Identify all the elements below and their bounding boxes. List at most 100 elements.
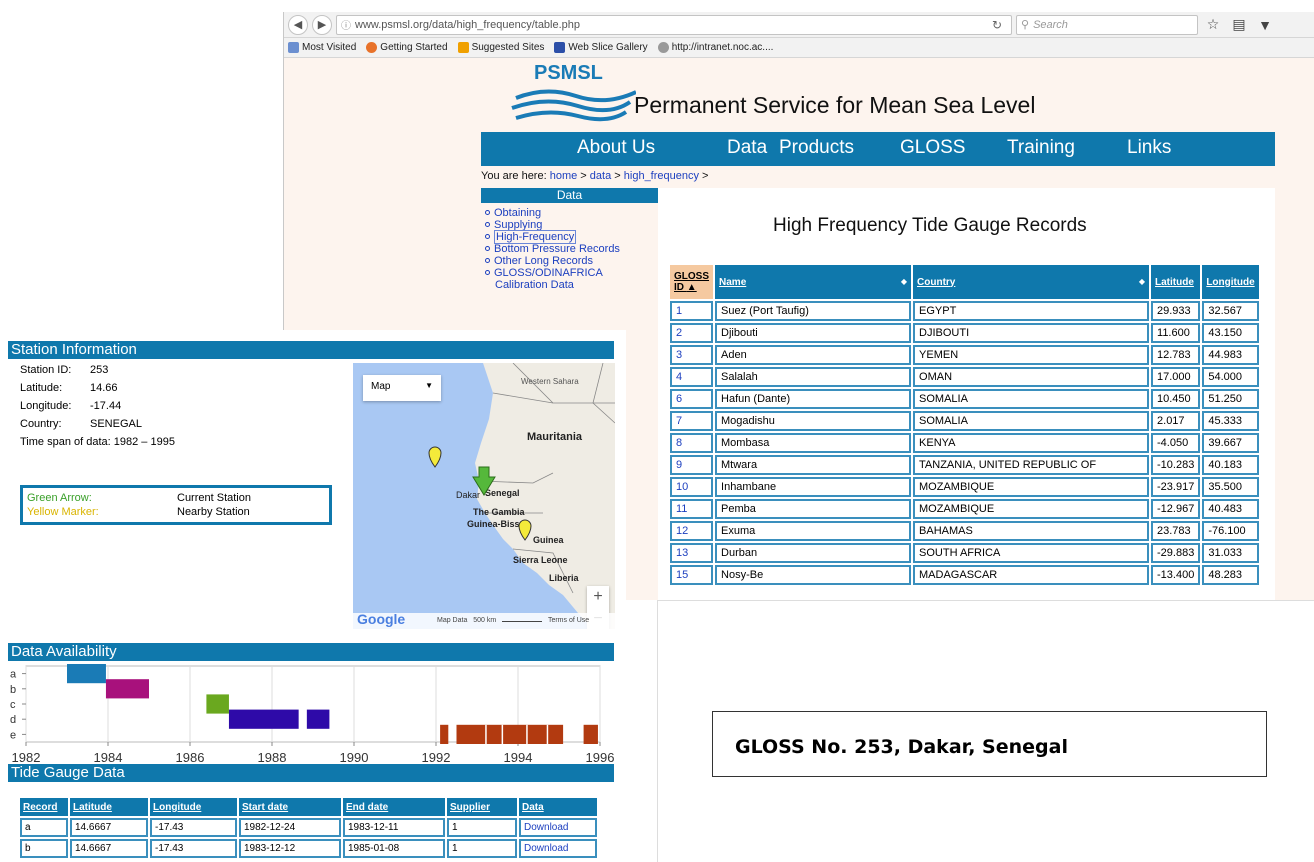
reading-list-icon[interactable]: ▤ — [1228, 16, 1250, 33]
yellow-marker-icon[interactable] — [428, 446, 442, 468]
bookmark-intranet[interactable]: http://intranet.noc.ac.... — [657, 42, 773, 53]
bullet-icon — [485, 234, 490, 239]
main-nav: About Us Data Products GLOSS Training Li… — [481, 132, 1275, 166]
green-arrow-icon[interactable] — [472, 466, 496, 496]
info-icon[interactable]: ⓘ — [341, 17, 351, 32]
country-cell: KENYA — [913, 433, 1150, 453]
reload-icon[interactable]: ↻ — [987, 18, 1007, 32]
gloss-id-cell[interactable]: 12 — [670, 521, 714, 541]
col-longitude[interactable]: Longitude — [150, 798, 237, 816]
forward-icon[interactable]: ▶ — [312, 14, 332, 35]
gloss-id-cell[interactable]: 6 — [670, 389, 714, 409]
table-row: 10 Inhambane MOZAMBIQUE -23.917 35.500 — [670, 477, 1259, 497]
nav-data[interactable]: Data — [727, 137, 767, 159]
bookmarks-bar: Most Visited Getting Started Suggested S… — [284, 38, 1314, 58]
breadcrumb-high-frequency[interactable]: high_frequency — [624, 170, 699, 182]
sort-icon: ◆ — [1138, 276, 1146, 286]
bookmark-suggested-sites[interactable]: Suggested Sites — [457, 42, 544, 53]
sidebar-item-bottom-pressure[interactable]: Bottom Pressure Records — [485, 243, 620, 255]
longitude-cell: 44.983 — [1202, 345, 1259, 365]
gloss-id-cell[interactable]: 2 — [670, 323, 714, 343]
col-latitude[interactable]: Latitude — [1151, 265, 1201, 299]
bookmark-most-visited[interactable]: Most Visited — [288, 42, 356, 53]
table-row: 13 Durban SOUTH AFRICA -29.883 31.033 — [670, 543, 1259, 563]
breadcrumb-data[interactable]: data — [590, 170, 611, 182]
nav-about-us[interactable]: About Us — [577, 137, 655, 159]
gloss-id-cell[interactable]: 10 — [670, 477, 714, 497]
search-input[interactable]: ⚲ Search — [1016, 14, 1198, 35]
availability-bar — [440, 724, 449, 744]
zoom-in-button[interactable]: + — [587, 586, 609, 608]
station-map[interactable]: Map ▼ Western Sahara Mauritania Dakar Se… — [353, 363, 615, 629]
end-date-cell: 1983-12-11 — [343, 818, 445, 837]
bullet-icon — [485, 246, 490, 251]
sidebar-item-obtaining[interactable]: Obtaining — [485, 207, 620, 219]
latitude-cell: -23.917 — [1151, 477, 1201, 497]
gloss-id-cell[interactable]: 7 — [670, 411, 714, 431]
terms-of-use-link[interactable]: Terms of Use — [548, 617, 589, 624]
sidebar-item-calibration-data[interactable]: Calibration Data — [485, 279, 620, 291]
table-row: 2 Djibouti DJIBOUTI 11.600 43.150 — [670, 323, 1259, 343]
url-text: www.psmsl.org/data/high_frequency/table.… — [355, 18, 581, 31]
site-title: Permanent Service for Mean Sea Level — [634, 92, 1036, 118]
col-end-date[interactable]: End date — [343, 798, 445, 816]
sidebar-item-gloss-odinafrica[interactable]: GLOSS/ODINAFRICA — [485, 267, 620, 279]
col-start-date[interactable]: Start date — [239, 798, 341, 816]
google-logo: Google — [357, 611, 406, 627]
yellow-marker-icon[interactable] — [518, 519, 532, 541]
sidebar-item-other-long-records[interactable]: Other Long Records — [485, 255, 620, 267]
psmsl-logo[interactable]: PSMSL — [506, 62, 636, 134]
breadcrumb-home[interactable]: home — [550, 170, 578, 182]
pocket-icon[interactable]: ▼ — [1254, 17, 1276, 33]
table-row: 6 Hafun (Dante) SOMALIA 10.450 51.250 — [670, 389, 1259, 409]
col-supplier[interactable]: Supplier — [447, 798, 517, 816]
col-longitude[interactable]: Longitude — [1202, 265, 1259, 299]
gloss-id-cell[interactable]: 3 — [670, 345, 714, 365]
table-row: 12 Exuma BAHAMAS 23.783 -76.100 — [670, 521, 1259, 541]
download-link[interactable]: Download — [519, 839, 597, 858]
col-gloss-id[interactable]: GLOSS ID ▲ — [670, 265, 714, 299]
country-cell: OMAN — [913, 367, 1150, 387]
col-latitude[interactable]: Latitude — [70, 798, 148, 816]
gloss-id-cell[interactable]: 8 — [670, 433, 714, 453]
nav-links[interactable]: Links — [1127, 137, 1171, 159]
gloss-id-cell[interactable]: 13 — [670, 543, 714, 563]
sidebar-item-high-frequency[interactable]: High-Frequency — [485, 230, 620, 244]
gloss-id-cell[interactable]: 1 — [670, 301, 714, 321]
availability-bar — [306, 709, 330, 729]
nav-gloss[interactable]: GLOSS — [900, 137, 965, 159]
station-info-fields: Station ID: 253 Latitude: 14.66 Longitude:… — [20, 361, 175, 451]
start-date-cell: 1982-12-24 — [239, 818, 341, 837]
gloss-id-cell[interactable]: 4 — [670, 367, 714, 387]
legend-green-arrow: Green Arrow: Current Station — [27, 492, 251, 504]
bookmark-star-icon[interactable]: ☆ — [1202, 16, 1224, 33]
table-row: 4 Salalah OMAN 17.000 54.000 — [670, 367, 1259, 387]
availability-bar — [105, 679, 149, 699]
longitude-cell: 40.183 — [1202, 455, 1259, 475]
back-icon[interactable]: ◀ — [288, 14, 308, 35]
name-cell: Hafun (Dante) — [715, 389, 912, 409]
name-cell: Mogadishu — [715, 411, 912, 431]
gloss-id-cell[interactable]: 11 — [670, 499, 714, 519]
gloss-id-cell[interactable]: 9 — [670, 455, 714, 475]
bookmark-web-slice-gallery[interactable]: Web Slice Gallery — [554, 42, 648, 53]
globe-icon — [657, 42, 669, 53]
col-country[interactable]: Country ◆ — [913, 265, 1150, 299]
col-data[interactable]: Data — [519, 798, 597, 816]
wave-logo-icon — [511, 89, 636, 122]
table-row: 1 Suez (Port Taufig) EGYPT 29.933 32.567 — [670, 301, 1259, 321]
bookmark-getting-started[interactable]: Getting Started — [366, 42, 448, 53]
x-tick-label: 1990 — [340, 750, 369, 765]
figure-caption: GLOSS No. 253, Dakar, Senegal — [712, 711, 1267, 777]
name-cell: Pemba — [715, 499, 912, 519]
col-record[interactable]: Record — [20, 798, 68, 816]
gloss-id-cell[interactable]: 15 — [670, 565, 714, 585]
nav-training[interactable]: Training — [1007, 137, 1075, 159]
table-row: a 14.6667 -17.43 1982-12-24 1983-12-11 1 Downl… — [20, 818, 597, 837]
url-input[interactable]: ⓘ www.psmsl.org/data/high_frequency/tabl… — [336, 14, 1012, 35]
col-name[interactable]: Name ◆ — [715, 265, 912, 299]
download-link[interactable]: Download — [519, 818, 597, 837]
latitude-cell: 23.783 — [1151, 521, 1201, 541]
nav-products[interactable]: Products — [779, 137, 854, 159]
country-row: Country: SENEGAL — [20, 418, 142, 430]
